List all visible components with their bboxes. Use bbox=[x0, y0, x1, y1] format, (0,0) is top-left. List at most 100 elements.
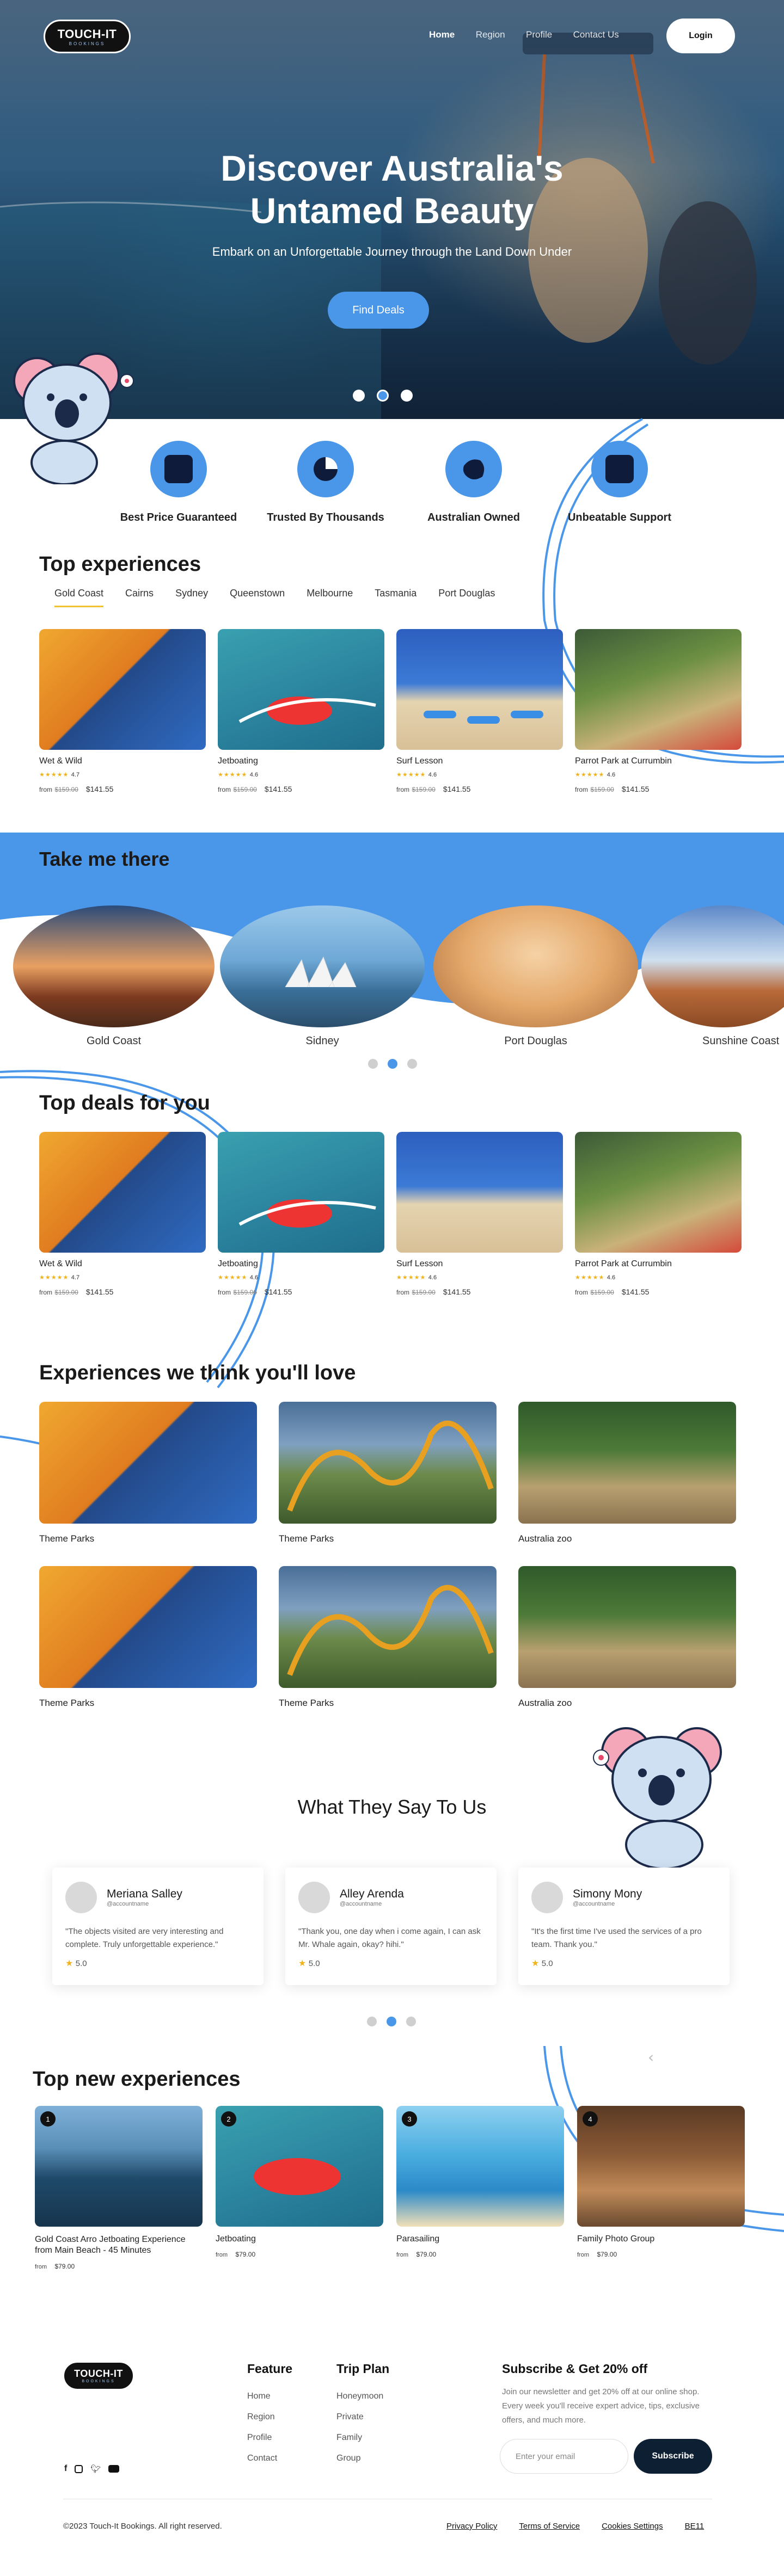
destination-image[interactable] bbox=[220, 905, 425, 1027]
experience-card[interactable]: Surf Lesson ★★★★★ 4.6 from $159.00 $141.5… bbox=[396, 629, 563, 794]
card-image bbox=[279, 1402, 497, 1524]
koala-mascot bbox=[13, 353, 134, 484]
carousel-dot[interactable] bbox=[407, 1059, 417, 1069]
love-card[interactable]: Theme Parks bbox=[39, 1566, 257, 1709]
footer-link-contact[interactable]: Contact bbox=[247, 2454, 292, 2463]
carousel-dot[interactable] bbox=[367, 2017, 377, 2026]
new-experience-card[interactable]: 4 Family Photo Group from $79.00 bbox=[577, 2106, 745, 2259]
card-rating: 4.6 bbox=[428, 772, 437, 778]
section-title: Experiences we think you'll love bbox=[39, 1361, 356, 1384]
footer-link-region[interactable]: Region bbox=[247, 2412, 292, 2422]
price: $79.00 bbox=[416, 2251, 437, 2258]
deal-card[interactable]: Parrot Park at Currumbin ★★★★★ 4.6 from … bbox=[575, 1132, 742, 1297]
carousel-dot[interactable] bbox=[368, 1059, 378, 1069]
section-title: What They Say To Us bbox=[297, 1796, 487, 1818]
footer-logo[interactable]: TOUCH-IT BOOKINGS bbox=[63, 2362, 134, 2390]
section-title: Take me there bbox=[39, 848, 170, 870]
footer-link-family[interactable]: Family bbox=[336, 2433, 389, 2443]
testimonial-card: Alley Arenda @accountname "Thank you, one… bbox=[285, 1868, 497, 1985]
top-deals-cards: Wet & Wild ★★★★★ 4.7 from $159.00 $141.55… bbox=[39, 1132, 747, 1317]
footer-link-profile[interactable]: Profile bbox=[247, 2433, 292, 2443]
destination-label[interactable]: Sidney bbox=[220, 1035, 425, 1047]
testimonial-handle: @accountname bbox=[107, 1901, 149, 1907]
destination-label[interactable]: Sunshine Coast bbox=[686, 1035, 784, 1047]
youtube-icon[interactable] bbox=[108, 2465, 120, 2473]
tab-gold-coast[interactable]: Gold Coast bbox=[54, 588, 104, 607]
price: $141.55 bbox=[621, 1287, 650, 1296]
carousel-dot-active[interactable] bbox=[388, 1059, 397, 1069]
testimonial-name: Meriana Salley bbox=[107, 1888, 182, 1900]
destination-image[interactable] bbox=[433, 905, 638, 1027]
card-title: Surf Lesson bbox=[396, 756, 443, 766]
nav-region[interactable]: Region bbox=[476, 29, 505, 40]
privacy-policy-link[interactable]: Privacy Policy bbox=[446, 2522, 497, 2531]
card-title: Surf Lesson bbox=[396, 1259, 443, 1268]
card-image: 3 bbox=[396, 2106, 564, 2227]
cookies-settings-link[interactable]: Cookies Settings bbox=[602, 2522, 663, 2531]
destination-label[interactable]: Gold Coast bbox=[13, 1035, 215, 1047]
experience-card[interactable]: Wet & Wild ★★★★★ 4.7 from $159.00 $141.55 bbox=[39, 629, 206, 794]
carousel-dot[interactable] bbox=[353, 390, 365, 402]
card-image bbox=[39, 1402, 257, 1524]
experience-card[interactable]: Parrot Park at Currumbin ★★★★★ 4.6 from … bbox=[575, 629, 742, 794]
facebook-icon[interactable]: f bbox=[64, 2464, 67, 2474]
testimonial-rating: 5.0 bbox=[308, 1959, 320, 1968]
logo[interactable]: TOUCH-IT BOOKINGS bbox=[44, 20, 131, 53]
tab-queenstown[interactable]: Queenstown bbox=[230, 588, 285, 606]
email-input[interactable]: Enter your email bbox=[500, 2439, 628, 2474]
love-card[interactable]: Australia zoo bbox=[518, 1566, 736, 1709]
footer-heading: Feature bbox=[247, 2362, 293, 2376]
terms-link[interactable]: Terms of Service bbox=[519, 2522, 580, 2531]
destination-image[interactable] bbox=[13, 905, 215, 1027]
logo-tagline: BOOKINGS bbox=[82, 2380, 115, 2383]
subscribe-button[interactable]: Subscribe bbox=[634, 2439, 712, 2474]
love-card[interactable]: Theme Parks bbox=[279, 1566, 497, 1709]
avatar bbox=[531, 1882, 563, 1913]
deal-card[interactable]: Jetboating ★★★★★ 4.6 from $159.00 $141.55 bbox=[218, 1132, 384, 1297]
card-rating: 4.6 bbox=[607, 1274, 616, 1281]
love-card[interactable]: Australia zoo bbox=[518, 1402, 736, 1544]
price-from: from bbox=[216, 2252, 228, 2258]
twitter-icon[interactable]: 🐦︎ bbox=[90, 2464, 101, 2474]
nav-home[interactable]: Home bbox=[429, 29, 455, 40]
nav-contact-us[interactable]: Contact Us bbox=[573, 29, 619, 40]
love-card[interactable]: Theme Parks bbox=[279, 1402, 497, 1544]
love-card[interactable]: Theme Parks bbox=[39, 1402, 257, 1544]
instagram-icon[interactable] bbox=[75, 2464, 83, 2473]
carousel-dot-active[interactable] bbox=[377, 390, 389, 402]
footer-link-private[interactable]: Private bbox=[336, 2412, 389, 2422]
logo-text: TOUCH-IT bbox=[74, 2368, 123, 2379]
tab-tasmania[interactable]: Tasmania bbox=[375, 588, 416, 606]
tab-port-douglas[interactable]: Port Douglas bbox=[438, 588, 495, 606]
carousel-dot[interactable] bbox=[401, 390, 413, 402]
card-title: Jetboating bbox=[218, 756, 258, 766]
footer-link-honeymoon[interactable]: Honeymoon bbox=[336, 2392, 389, 2401]
destination-label[interactable]: Port Douglas bbox=[433, 1035, 638, 1047]
card-title: Parasailing bbox=[396, 2234, 440, 2244]
carousel-dot-active[interactable] bbox=[387, 2017, 396, 2026]
tab-cairns[interactable]: Cairns bbox=[125, 588, 154, 606]
new-experience-card[interactable]: 2 Jetboating from $79.00 bbox=[216, 2106, 383, 2259]
tab-melbourne[interactable]: Melbourne bbox=[307, 588, 353, 606]
nav-profile[interactable]: Profile bbox=[526, 29, 552, 40]
new-experience-card[interactable]: 1 Gold Coast Arro Jetboating Experience … bbox=[35, 2106, 203, 2271]
price-from: from bbox=[39, 786, 52, 793]
experience-card[interactable]: Jetboating ★★★★★ 4.6 from $159.00 $141.55 bbox=[218, 629, 384, 794]
footer-link-home[interactable]: Home bbox=[247, 2392, 292, 2401]
rank-badge: 2 bbox=[221, 2111, 236, 2127]
deal-card[interactable]: Surf Lesson ★★★★★ 4.6 from $159.00 $141.5… bbox=[396, 1132, 563, 1297]
footer-link-group[interactable]: Group bbox=[336, 2454, 389, 2463]
carousel-dot[interactable] bbox=[406, 2017, 416, 2026]
legal-code-link[interactable]: BE11 bbox=[685, 2522, 705, 2531]
love-grid: Theme Parks Theme Parks Australia zoo Th… bbox=[39, 1402, 747, 1712]
deal-card[interactable]: Wet & Wild ★★★★★ 4.7 from $159.00 $141.55 bbox=[39, 1132, 206, 1297]
section-title: Top experiences bbox=[39, 553, 201, 576]
find-deals-button[interactable]: Find Deals bbox=[328, 292, 429, 329]
card-rating: 4.7 bbox=[71, 1274, 80, 1281]
login-button[interactable]: Login bbox=[666, 19, 735, 53]
new-experience-card[interactable]: 3 Parasailing from $79.00 bbox=[396, 2106, 564, 2259]
tab-sydney[interactable]: Sydney bbox=[175, 588, 208, 606]
price-from: from bbox=[396, 786, 409, 793]
trend-chart-icon bbox=[150, 441, 207, 497]
price: $79.00 bbox=[597, 2251, 617, 2258]
